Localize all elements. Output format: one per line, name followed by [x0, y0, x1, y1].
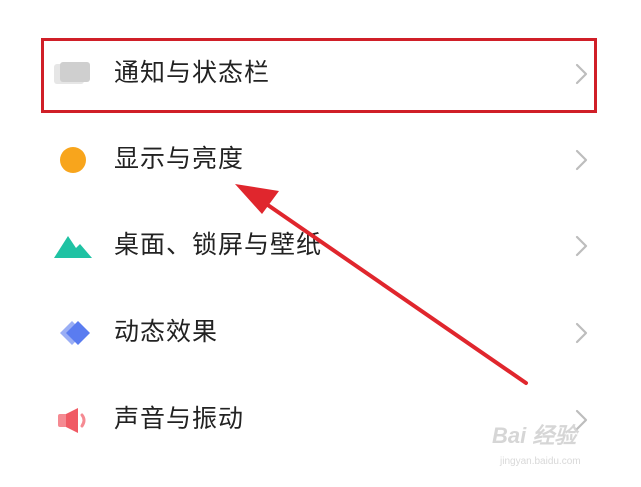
settings-item-label: 声音与振动	[114, 404, 245, 433]
chevron-right-icon	[575, 63, 588, 85]
settings-item-notification-status-bar[interactable]: 通知与状态栏	[40, 35, 600, 113]
settings-item-motion-effects[interactable]: 动态效果	[40, 294, 600, 372]
chevron-right-icon	[575, 235, 588, 257]
chevron-right-icon	[575, 149, 588, 171]
settings-item-label: 桌面、锁屏与壁纸	[114, 230, 323, 259]
settings-page: 通知与状态栏 显示与亮度 桌面、锁屏与壁纸 动态效果 声音与振动 Bai 经验 …	[0, 0, 641, 487]
settings-list: 通知与状态栏 显示与亮度 桌面、锁屏与壁纸 动态效果 声音与振动	[0, 0, 641, 487]
chevron-right-icon	[575, 409, 588, 431]
notification-bar-icon	[54, 62, 90, 84]
display-brightness-icon	[60, 147, 86, 173]
wallpaper-icon	[54, 236, 92, 258]
settings-item-desktop-lockscreen-wallpaper[interactable]: 桌面、锁屏与壁纸	[40, 207, 600, 285]
motion-effects-icon	[60, 321, 90, 345]
settings-item-display-brightness[interactable]: 显示与亮度	[40, 121, 600, 199]
settings-item-label: 显示与亮度	[114, 144, 245, 173]
settings-item-label: 动态效果	[114, 317, 219, 346]
settings-item-sound-vibration[interactable]: 声音与振动	[40, 381, 600, 459]
settings-item-label: 通知与状态栏	[114, 58, 271, 87]
sound-vibration-icon	[58, 408, 86, 433]
chevron-right-icon	[575, 322, 588, 344]
